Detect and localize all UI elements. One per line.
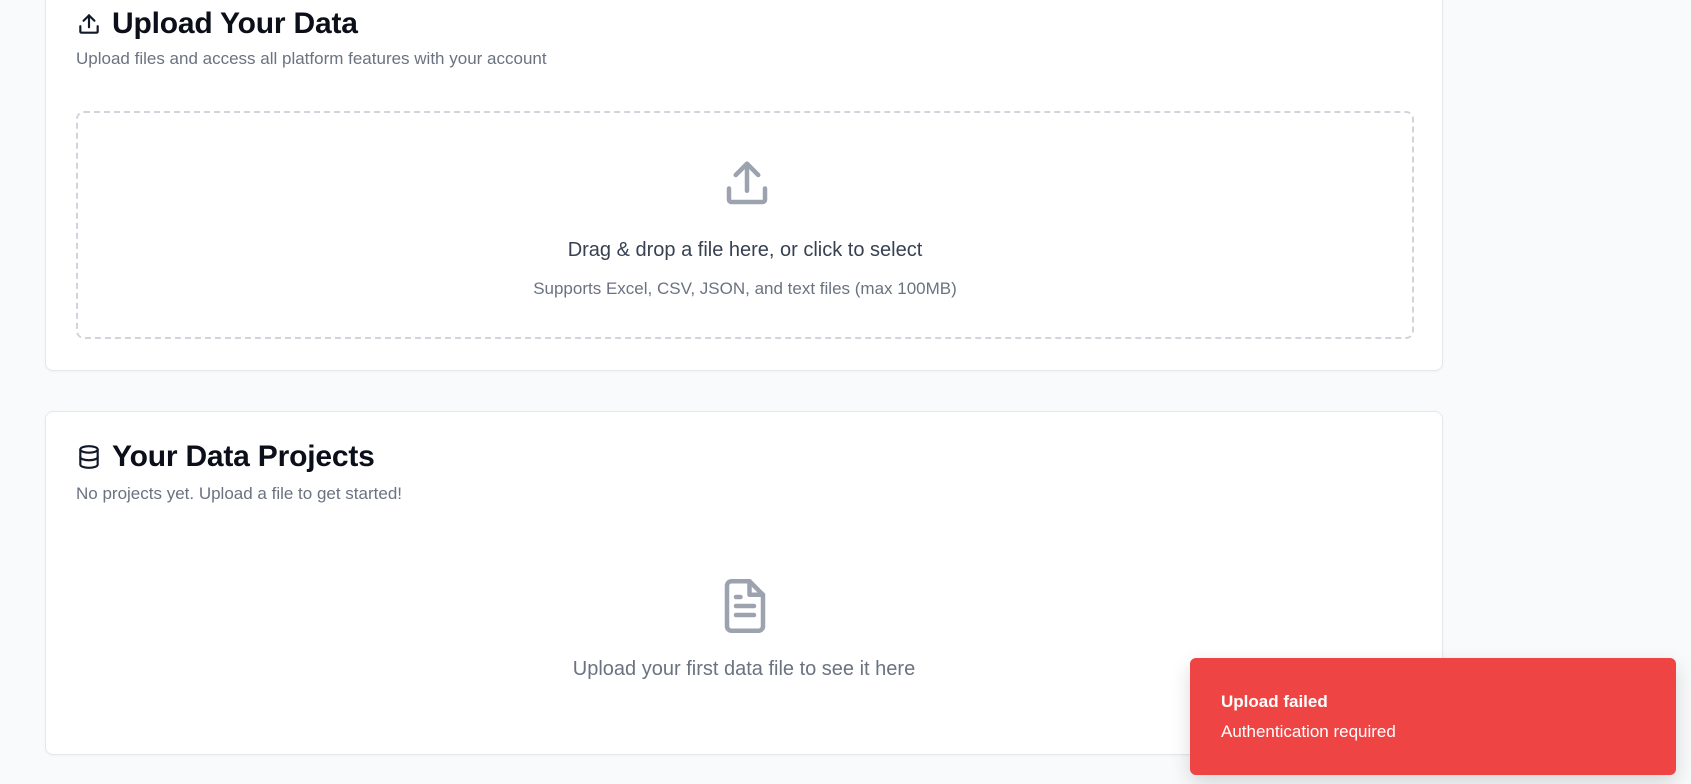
projects-subtitle: No projects yet. Upload a file to get st… [76,484,403,503]
file-text-icon [718,576,772,636]
file-dropzone[interactable]: Drag & drop a file here, or click to sel… [76,111,1414,339]
upload-icon [720,157,774,211]
error-toast[interactable]: Upload failed Authentication required [1190,658,1676,775]
upload-title-text: Upload Your Data [112,7,358,40]
database-icon [76,444,102,470]
dropzone-primary-text: Drag & drop a file here, or click to sel… [567,239,923,261]
upload-subtitle: Upload files and access all platform fea… [76,49,547,68]
toast-description: Authentication required [1221,722,1396,741]
upload-card: Upload Your Data Upload files and access… [45,0,1443,371]
toast-title: Upload failed [1221,692,1328,711]
upload-section-title: Upload Your Data [76,7,358,41]
projects-section-title: Your Data Projects [76,440,375,474]
upload-icon [76,11,102,37]
dropzone-secondary-text: Supports Excel, CSV, JSON, and text file… [533,279,957,298]
projects-title-text: Your Data Projects [112,440,375,473]
